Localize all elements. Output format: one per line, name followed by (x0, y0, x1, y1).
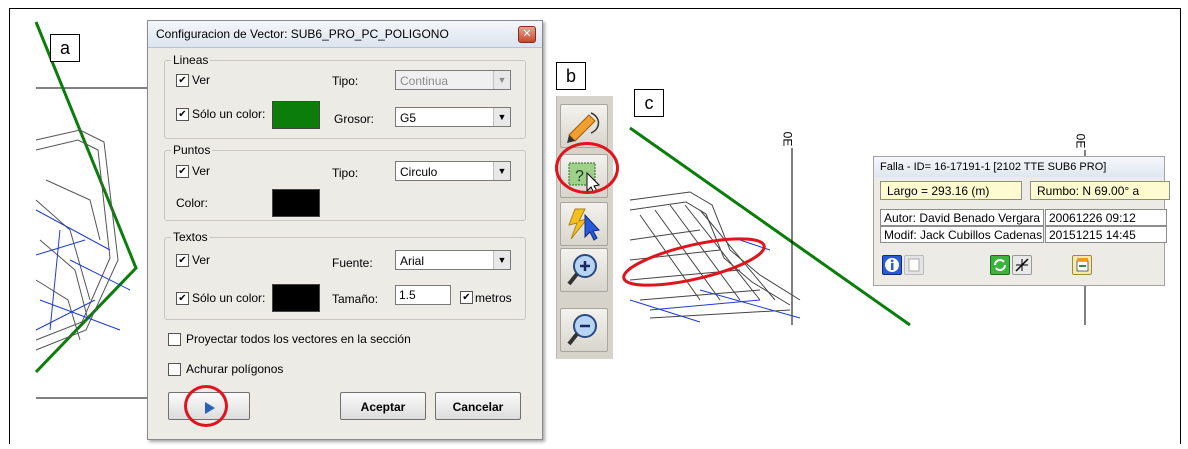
lineas-grosor-label: Grosor: (334, 112, 375, 126)
chevron-down-icon: ▼ (493, 162, 510, 180)
highlight-ellipse (622, 237, 766, 287)
axis-label: 0E (780, 131, 795, 147)
refresh-button[interactable] (990, 255, 1010, 275)
vector-toolbar: ? (556, 96, 613, 359)
copy-button[interactable] (904, 255, 924, 275)
dip-button[interactable] (1012, 255, 1032, 275)
lineas-color-swatch[interactable] (272, 101, 320, 129)
chevron-down-icon: ▼ (493, 108, 510, 126)
puntos-tipo-value: Circulo (400, 165, 438, 179)
rumbo-field: Rumbo: N 69.00° a (1030, 181, 1170, 200)
zoom-in-icon (567, 254, 597, 286)
vector-config-dialog: Configuracion de Vector: SUB6_PRO_PC_POL… (147, 20, 543, 440)
puntos-color-swatch[interactable] (272, 189, 320, 217)
proyectar-label: Proyectar todos los vectores en la secci… (186, 332, 411, 346)
zoom-in-button[interactable] (560, 248, 608, 292)
refresh-icon (994, 259, 1006, 271)
info-icon (885, 258, 899, 272)
proyectar-checkbox[interactable] (168, 333, 181, 346)
panel-label-a: a (50, 34, 80, 62)
lineas-legend: Lineas (173, 53, 209, 67)
textos-color-swatch[interactable] (272, 284, 320, 312)
puntos-ver-checkbox[interactable]: ✔ (176, 165, 189, 178)
lineas-grosor-select[interactable]: G5 ▼ (395, 107, 511, 127)
autor-date: 20061226 09:12 (1045, 209, 1167, 226)
info-button[interactable] (882, 255, 902, 275)
select-pointer-icon (568, 208, 601, 241)
autor-field: Autor: David Benado Vergara (880, 209, 1044, 226)
textos-fuente-select[interactable]: Arial ▼ (395, 250, 511, 270)
lineas-tipo-select[interactable]: Continua ▼ (395, 70, 511, 90)
modif-field: Modif: Jack Cubillos Cadenas (880, 226, 1044, 243)
textos-fuente-label: Fuente: (332, 256, 373, 270)
edit-note-icon (1076, 258, 1089, 272)
textos-ver-label: Ver (192, 253, 211, 267)
dialog-titlebar: Configuracion de Vector: SUB6_PRO_PC_POL… (148, 21, 542, 48)
highlight-circle (555, 142, 619, 194)
dip-angle-icon (1015, 258, 1029, 272)
copy-icon (908, 258, 920, 272)
zoom-out-icon (567, 314, 597, 346)
textos-solo-color-label: Sólo un color: (192, 291, 266, 305)
blue-mesh-c (629, 239, 801, 323)
puntos-legend: Puntos (173, 143, 211, 157)
textos-solo-color-checkbox[interactable]: ✔ (176, 292, 189, 305)
mine-mesh-a (35, 129, 119, 351)
chevron-down-icon: ▼ (493, 71, 510, 89)
puntos-group: Puntos (164, 143, 526, 221)
chevron-down-icon: ▼ (493, 251, 510, 269)
achurar-checkbox[interactable] (168, 363, 181, 376)
lineas-solo-color-checkbox[interactable]: ✔ (176, 108, 189, 121)
textos-fuente-value: Arial (400, 254, 425, 268)
cancel-button[interactable]: Cancelar (435, 392, 521, 420)
green-vector-line-c (629, 126, 911, 327)
panel-label-c: c (634, 89, 664, 117)
highlight-circle (184, 385, 228, 427)
edit-button[interactable] (1072, 255, 1092, 275)
lineas-ver-label: Ver (192, 73, 211, 87)
lineas-ver-checkbox[interactable]: ✔ (176, 74, 189, 87)
lineas-solo-color-label: Sólo un color: (192, 107, 266, 121)
zoom-out-button[interactable] (560, 308, 608, 352)
textos-tamano-input[interactable]: 1.5 (395, 285, 451, 305)
puntos-ver-label: Ver (192, 164, 211, 178)
puntos-color-label: Color: (176, 196, 209, 210)
close-button[interactable]: ✕ (518, 26, 536, 43)
lineas-tipo-value: Continua (400, 74, 449, 88)
modif-date: 20151215 14:45 (1045, 226, 1167, 243)
achurar-label: Achurar polígonos (186, 362, 284, 376)
metros-checkbox[interactable]: ✔ (460, 291, 473, 304)
blue-mesh-a (35, 209, 131, 331)
dialog-title: Configuracion de Vector: SUB6_PRO_PC_POL… (156, 27, 449, 41)
textos-ver-checkbox[interactable]: ✔ (176, 254, 189, 267)
puntos-tipo-label: Tipo: (332, 166, 359, 180)
lineas-grosor-value: G5 (400, 111, 417, 125)
draw-vector-icon (567, 112, 600, 143)
lineas-tipo-label: Tipo: (332, 74, 359, 88)
textos-legend: Textos (173, 230, 208, 244)
textos-tamano-label: Tamaño: (332, 292, 379, 306)
metros-label: metros (475, 291, 512, 305)
accept-button[interactable]: Aceptar (340, 392, 426, 420)
panel-label-b: b (556, 62, 586, 90)
axis-label: 0E (1073, 133, 1088, 149)
fault-info-panel: Falla - ID= 16-17191-1 [2102 TTE SUB6 PR… (873, 156, 1170, 286)
info-title: Falla - ID= 16-17191-1 [2102 TTE SUB6 PR… (874, 157, 1164, 177)
largo-field: Largo = 293.16 (m) (880, 181, 1022, 200)
select-pointer-button[interactable] (560, 202, 608, 246)
puntos-tipo-select[interactable]: Circulo ▼ (395, 161, 511, 181)
textos-group: Textos (164, 230, 526, 320)
